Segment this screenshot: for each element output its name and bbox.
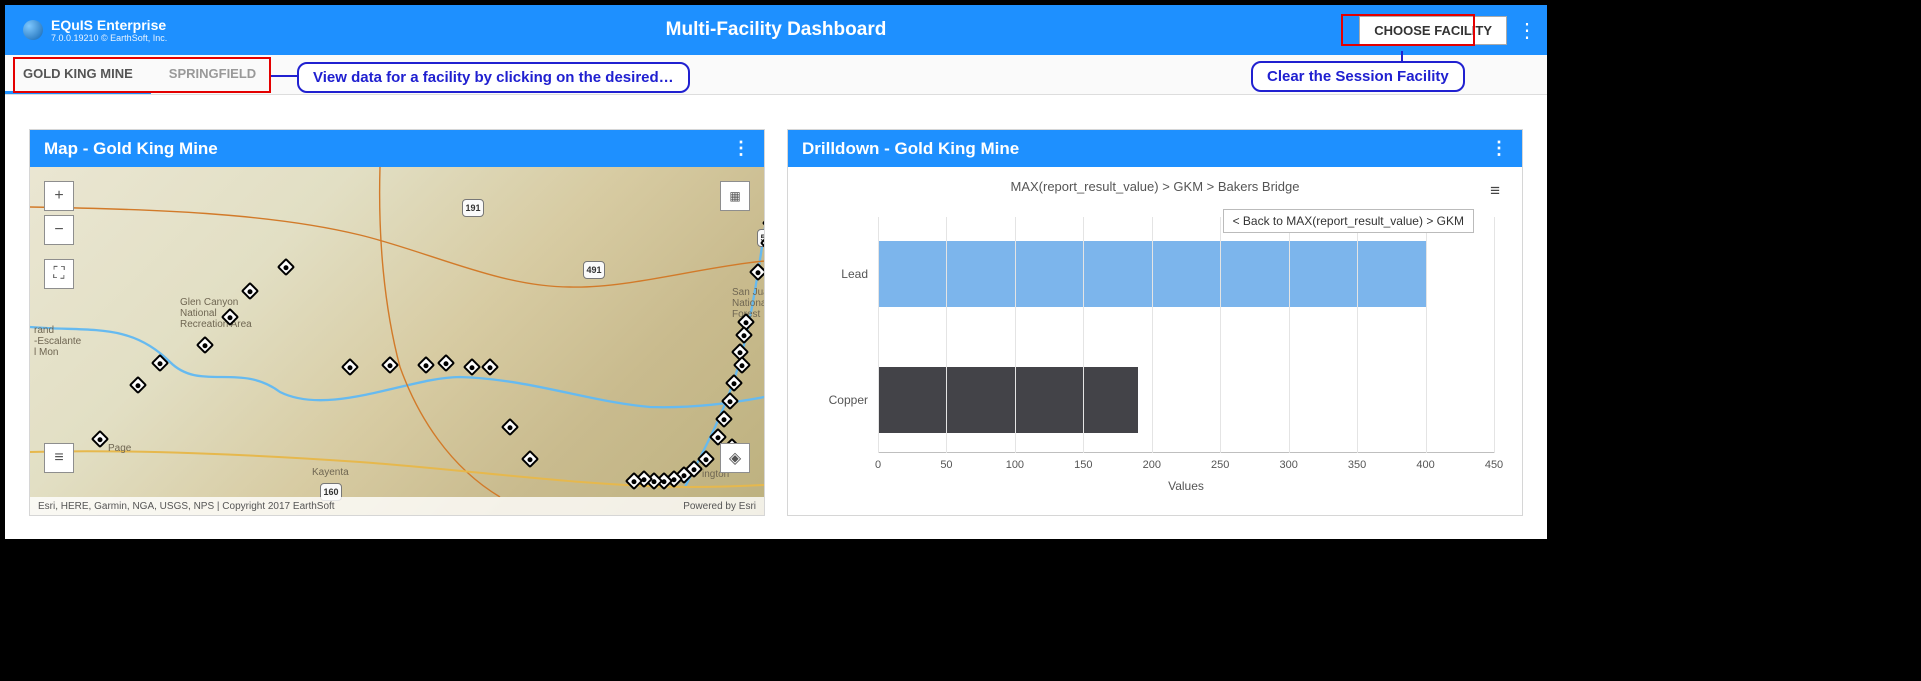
y-category-label: Copper: [829, 393, 868, 407]
chart-context-menu-icon[interactable]: ≡: [1490, 181, 1500, 201]
x-tick-label: 350: [1348, 459, 1366, 471]
grid-icon: ▦: [720, 181, 750, 211]
map-panel: Map - Gold King Mine ⋮ 191 491: [29, 129, 765, 516]
gridline: [946, 217, 947, 453]
gridline: [1152, 217, 1153, 453]
tab-springfield[interactable]: SPRINGFIELD: [151, 55, 274, 94]
chart-subtitle: MAX(report_result_value) > GKM > Bakers …: [808, 179, 1502, 194]
map-panel-more-icon[interactable]: ⋮: [732, 138, 750, 159]
map-canvas[interactable]: 191 491 160 550 Glen Canyon National Rec…: [30, 167, 764, 515]
zoom-in-button[interactable]: +: [44, 181, 74, 211]
zoom-out-button[interactable]: −: [44, 215, 74, 245]
legend-button[interactable]: ≡: [44, 443, 74, 477]
x-tick-label: 100: [1006, 459, 1024, 471]
annotation-bubble-choose: Clear the Session Facility: [1251, 61, 1465, 92]
x-axis-label: Values: [1168, 479, 1204, 493]
app-header: EQuIS Enterprise 7.0.0.19210 © EarthSoft…: [5, 5, 1547, 55]
bar-copper[interactable]: [878, 367, 1138, 433]
x-tick-label: 200: [1143, 459, 1161, 471]
chart-panel-body: MAX(report_result_value) > GKM > Bakers …: [788, 167, 1522, 515]
annotation-connector: [271, 75, 297, 77]
map-vector-layer: [30, 167, 764, 515]
chart-panel-title: Drilldown - Gold King Mine: [802, 139, 1019, 159]
dashboard-content: Map - Gold King Mine ⋮ 191 491: [5, 95, 1547, 526]
tab-gold-king-mine[interactable]: GOLD KING MINE: [5, 55, 151, 94]
x-tick-label: 400: [1416, 459, 1434, 471]
gridline: [1289, 217, 1290, 453]
y-category-label: Lead: [841, 267, 868, 281]
map-label: rand -Escalante l Mon: [34, 325, 81, 358]
header-more-icon[interactable]: ⋮: [1507, 18, 1547, 43]
layers-button[interactable]: ◈: [720, 443, 750, 477]
route-shield: 491: [583, 261, 605, 279]
map-zoom-controls: + − ⛶: [44, 181, 74, 293]
x-tick-label: 300: [1279, 459, 1297, 471]
route-shield: 191: [462, 199, 484, 217]
gridline: [1220, 217, 1221, 453]
chart-panel-header: Drilldown - Gold King Mine ⋮: [788, 130, 1522, 167]
chart-area: MAX(report_result_value) > GKM > Bakers …: [788, 167, 1522, 515]
x-tick-label: 0: [875, 459, 881, 471]
x-tick-label: 50: [940, 459, 952, 471]
gridline: [1426, 217, 1427, 453]
gridline: [1357, 217, 1358, 453]
map-attrib-left: Esri, HERE, Garmin, NGA, USGS, NPS | Cop…: [38, 501, 335, 512]
chart-panel: Drilldown - Gold King Mine ⋮ MAX(report_…: [787, 129, 1523, 516]
x-tick-label: 250: [1211, 459, 1229, 471]
x-tick-label: 450: [1485, 459, 1503, 471]
x-axis: [878, 452, 1494, 453]
x-tick-label: 150: [1074, 459, 1092, 471]
dashboard-title: Multi-Facility Dashboard: [666, 19, 887, 41]
map-panel-header: Map - Gold King Mine ⋮: [30, 130, 764, 167]
product-name: EQuIS Enterprise: [51, 17, 167, 33]
map-attribution: Esri, HERE, Garmin, NGA, USGS, NPS | Cop…: [30, 497, 764, 515]
gridline: [1083, 217, 1084, 453]
map-label: Kayenta: [312, 467, 349, 478]
gridline: [1015, 217, 1016, 453]
map-label: Page: [108, 443, 131, 454]
map-panel-body: 191 491 160 550 Glen Canyon National Rec…: [30, 167, 764, 515]
menu-icon: ≡: [44, 443, 74, 473]
brand-block: EQuIS Enterprise 7.0.0.19210 © EarthSoft…: [51, 17, 167, 43]
chart-plot: Lead Copper Values 050100150200250300350…: [878, 217, 1494, 459]
map-label: Glen Canyon National Recreation Area: [180, 297, 252, 330]
layers-icon: ◈: [720, 443, 750, 473]
fullscreen-button[interactable]: ⛶: [44, 259, 74, 289]
drill-back-button[interactable]: < Back to MAX(report_result_value) > GKM: [1223, 209, 1474, 233]
globe-icon: [23, 20, 43, 40]
product-version: 7.0.0.19210 © EarthSoft, Inc.: [51, 33, 167, 43]
basemap-gallery-button[interactable]: ▦: [720, 181, 750, 215]
annotation-bubble-tabs: View data for a facility by clicking on …: [297, 62, 690, 93]
chart-panel-more-icon[interactable]: ⋮: [1490, 138, 1508, 159]
map-panel-title: Map - Gold King Mine: [44, 139, 218, 159]
map-attrib-right: Powered by Esri: [683, 501, 756, 512]
gridline: [1494, 217, 1495, 453]
gridline: [878, 217, 879, 453]
choose-facility-button[interactable]: CHOOSE FACILITY: [1359, 16, 1507, 45]
